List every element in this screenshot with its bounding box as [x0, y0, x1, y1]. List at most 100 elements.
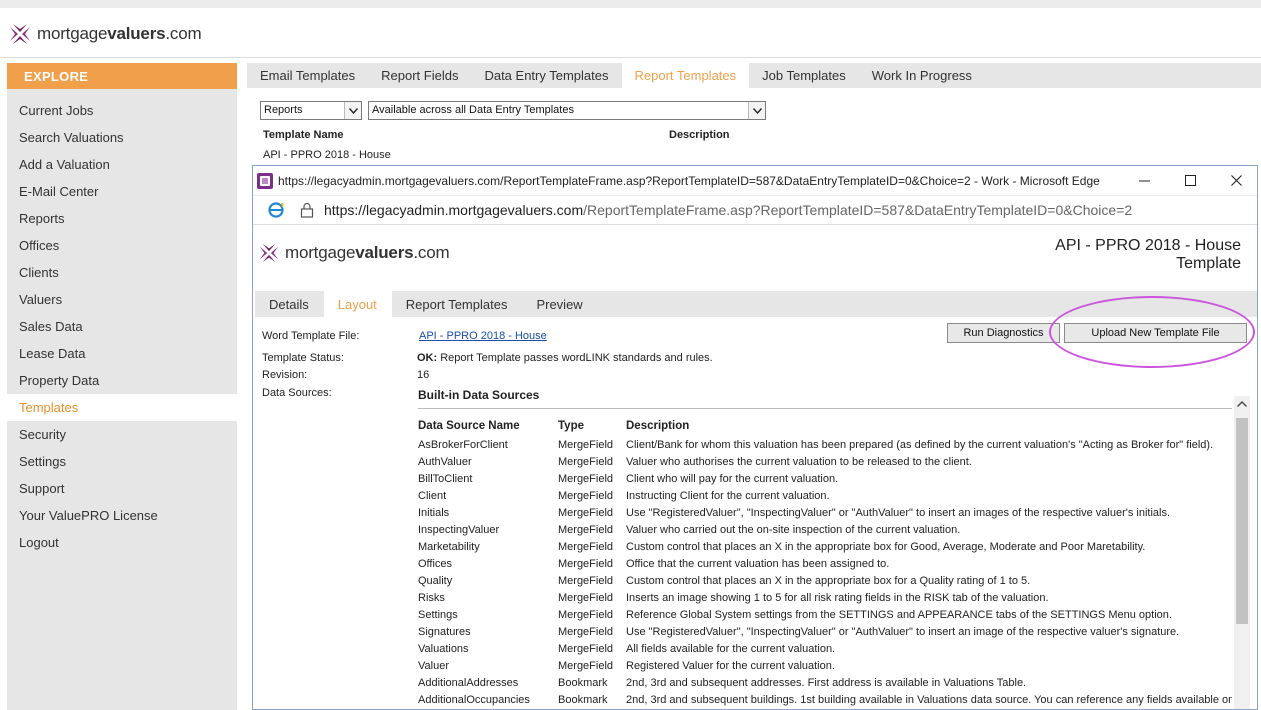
column-header: Type [558, 420, 584, 432]
data-source-name: Settings [418, 609, 458, 621]
browser-popup-window: https://legacyadmin.mortgagevaluers.com/… [252, 165, 1258, 710]
main-tabs: Email Templates Report Fields Data Entry T… [247, 63, 1261, 88]
table-row: Initials MergeField Use "RegisteredValuer"… [418, 507, 1232, 524]
sidebar-item-support[interactable]: Support [7, 475, 237, 502]
data-source-type: MergeField [558, 592, 614, 604]
sidebar-item-reports[interactable]: Reports [7, 205, 237, 232]
table-row: Marketability MergeField Custom control th… [418, 541, 1232, 558]
lock-icon [300, 202, 314, 218]
data-source-description: Reference Global System settings from th… [626, 609, 1172, 621]
report-type-select[interactable]: Reports [260, 101, 362, 120]
sidebar-item-templates[interactable]: Templates [7, 394, 237, 421]
data-source-name: AuthValuer [418, 456, 472, 468]
template-title-line1: API - PPRO 2018 - House [1055, 237, 1241, 254]
sidebar-item-lease-data[interactable]: Lease Data [7, 340, 237, 367]
data-source-name: Marketability [418, 541, 480, 553]
minimize-button[interactable] [1121, 166, 1167, 195]
sidebar-item-valuers[interactable]: Valuers [7, 286, 237, 313]
template-scope-select[interactable]: Available across all Data Entry Template… [368, 101, 766, 120]
tab-job-templates[interactable]: Job Templates [749, 63, 859, 88]
data-source-description: Inserts an image showing 1 to 5 for all … [626, 592, 1049, 604]
data-source-name: Signatures [418, 626, 471, 638]
maximize-button[interactable] [1167, 166, 1213, 195]
sidebar-item-logout[interactable]: Logout [7, 529, 237, 556]
word-template-link[interactable]: API - PPRO 2018 - House [419, 330, 547, 342]
section-divider [418, 408, 1232, 409]
sidebar-item-offices[interactable]: Offices [7, 232, 237, 259]
sidebar-item-e-mail-center[interactable]: E-Mail Center [7, 178, 237, 205]
template-tab-layout[interactable]: Layout [323, 291, 392, 317]
top-strip [0, 0, 1261, 8]
data-source-type: MergeField [558, 643, 614, 655]
data-source-name: Risks [418, 592, 445, 604]
table-row: InspectingValuer MergeField Valuer who car… [418, 524, 1232, 541]
table-row: AuthValuer MergeField Valuer who authorise… [418, 456, 1232, 473]
table-row: Offices MergeField Office that the current… [418, 558, 1232, 575]
tab-email-templates[interactable]: Email Templates [247, 63, 368, 88]
data-source-description: Use "RegisteredValuer", "InspectingValue… [626, 507, 1171, 519]
tab-data-entry-templates[interactable]: Data Entry Templates [471, 63, 621, 88]
sidebar-item-current-jobs[interactable]: Current Jobs [7, 97, 237, 124]
url-text: https://legacyadmin.mortgagevaluers.com/… [324, 202, 1132, 218]
brand-logo[interactable]: mortgagevaluers.com [8, 22, 202, 46]
template-status-label: Template Status: [262, 352, 344, 364]
close-button[interactable] [1213, 166, 1257, 195]
url-path: /ReportTemplateFrame.asp?ReportTemplateI… [583, 202, 1133, 218]
data-source-name: Valuations [418, 643, 469, 655]
data-source-type: MergeField [558, 660, 614, 672]
logo-text: mortgagevaluers.com [37, 24, 202, 43]
sidebar-item-clients[interactable]: Clients [7, 259, 237, 286]
template-tab-report-templates[interactable]: Report Templates [392, 291, 523, 317]
data-source-description: Instructing Client for the current valua… [626, 490, 830, 502]
tab-work-in-progress[interactable]: Work In Progress [859, 63, 985, 88]
sidebar-item-add-a-valuation[interactable]: Add a Valuation [7, 151, 237, 178]
table-row: AdditionalAddresses Bookmark 2nd, 3rd and … [418, 677, 1232, 694]
scrollbar-thumb[interactable] [1236, 418, 1248, 624]
data-source-name: Client [418, 490, 447, 502]
vertical-scrollbar[interactable] [1234, 396, 1250, 709]
run-diagnostics-button[interactable]: Run Diagnostics [947, 323, 1060, 343]
address-bar[interactable]: https://legacyadmin.mortgagevaluers.com/… [253, 195, 1257, 225]
data-source-name: Initials [418, 507, 450, 519]
data-source-name: AdditionalAddresses [418, 677, 519, 689]
table-row: Settings MergeField Reference Global Syste… [418, 609, 1232, 626]
template-list-row[interactable]: API - PPRO 2018 - House [263, 149, 391, 161]
template-tab-details[interactable]: Details [255, 291, 324, 317]
logo-mark-icon [259, 243, 279, 263]
scroll-up-button[interactable] [1234, 396, 1250, 412]
table-row: AdditionalOccupancies Bookmark 2nd, 3rd an… [418, 694, 1232, 709]
data-source-description: Client/Bank for whom this valuation has … [626, 439, 1214, 451]
url-domain: https://legacyadmin.mortgagevaluers.com [324, 202, 584, 218]
tab-report-fields[interactable]: Report Fields [368, 63, 471, 88]
report-type-value: Reports [264, 104, 303, 116]
sidebar-item-your-valuepro-license[interactable]: Your ValuePRO License [7, 502, 237, 529]
status-text: Report Template passes wordLINK standard… [437, 352, 713, 364]
template-title: API - PPRO 2018 - House Template [1055, 237, 1241, 273]
window-title: https://legacyadmin.mortgagevaluers.com/… [278, 173, 1100, 188]
data-source-type: MergeField [558, 490, 614, 502]
sidebar-item-property-data[interactable]: Property Data [7, 367, 237, 394]
data-source-type: Bookmark [558, 677, 608, 689]
sidebar-item-security[interactable]: Security [7, 421, 237, 448]
revision-value: 16 [417, 369, 430, 381]
window-titlebar[interactable]: https://legacyadmin.mortgagevaluers.com/… [253, 166, 1257, 195]
data-source-description: Valuer who authorises the current valuat… [626, 456, 972, 468]
brand-logo: mortgagevaluers.com [258, 242, 450, 264]
highlight-annotation [1049, 296, 1255, 368]
sidebar-item-sales-data[interactable]: Sales Data [7, 313, 237, 340]
column-header: Description [626, 420, 690, 432]
template-status-value: OK: Report Template passes wordLINK stan… [417, 352, 713, 364]
data-source-description: Office that the current valuation has be… [626, 558, 890, 570]
data-source-description: Use "RegisteredValuer", "InspectingValue… [626, 626, 1180, 638]
data-source-type: MergeField [558, 626, 614, 638]
data-source-type: MergeField [558, 473, 614, 485]
chevron-down-icon [748, 102, 765, 119]
data-source-name: InspectingValuer [418, 524, 500, 536]
column-header-description: Description [669, 129, 730, 141]
table-row: Risks MergeField Inserts an image showing … [418, 592, 1232, 609]
data-source-name: Offices [418, 558, 453, 570]
tab-report-templates[interactable]: Report Templates [621, 63, 750, 88]
template-tab-preview[interactable]: Preview [522, 291, 597, 317]
sidebar-item-settings[interactable]: Settings [7, 448, 237, 475]
sidebar-item-search-valuations[interactable]: Search Valuations [7, 124, 237, 151]
